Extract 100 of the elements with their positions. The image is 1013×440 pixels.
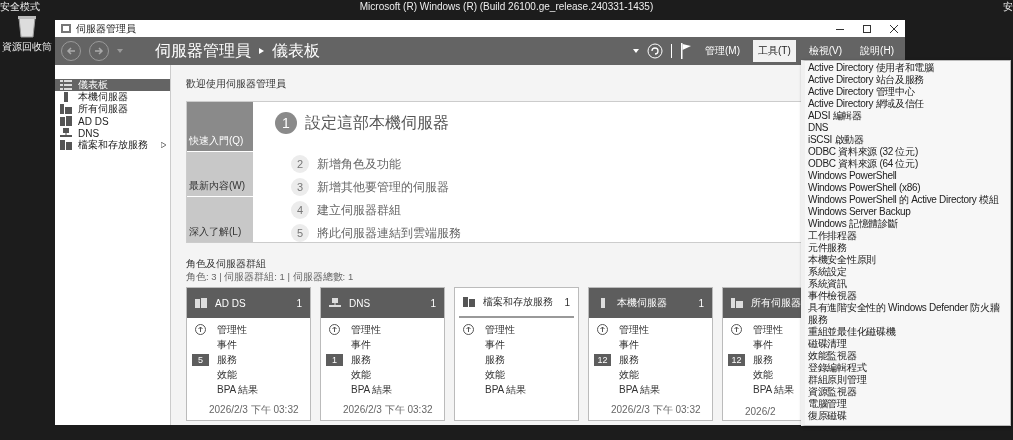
- menu-item[interactable]: ODBC 資料來源 (32 位元): [805, 146, 1010, 158]
- sidebar-item-label[interactable]: 所有伺服器: [78, 102, 166, 116]
- menu-item[interactable]: ODBC 資料來源 (64 位元): [805, 158, 1010, 170]
- step-link[interactable]: 設定這部本機伺服器: [305, 112, 449, 134]
- tile-row-link[interactable]: 管理性: [753, 322, 783, 337]
- building-icon: [60, 116, 72, 126]
- step-link[interactable]: 將此伺服器連結到雲端服務: [317, 224, 461, 242]
- divider-icon: [671, 44, 672, 58]
- tile-row-link[interactable]: 事件: [217, 337, 237, 352]
- sidebar-item-label[interactable]: 儀表板: [78, 78, 166, 92]
- maximize-icon[interactable]: [863, 24, 871, 33]
- tile-header[interactable]: AD DS 1: [187, 288, 310, 318]
- menu-item[interactable]: Windows 記憶體診斷: [805, 218, 1010, 230]
- tile-row-link[interactable]: 服務: [753, 352, 773, 367]
- close-icon[interactable]: [890, 24, 898, 33]
- menu-item[interactable]: 說明(H): [855, 40, 899, 62]
- sidebar-item-label[interactable]: AD DS: [78, 115, 166, 127]
- build-label: Microsoft (R) Windows (R) (Build 26100.ge_release.240331-1435): [359, 1, 654, 12]
- tile-title[interactable]: 檔案和存放服務: [483, 295, 557, 309]
- menu-item[interactable]: DNS: [805, 122, 1010, 134]
- tile-row-link[interactable]: BPA 結果: [753, 382, 795, 397]
- window-title: 伺服器管理員: [76, 21, 137, 36]
- tile-row-link[interactable]: 管理性: [485, 322, 515, 337]
- tile-row-link[interactable]: 效能: [351, 367, 371, 382]
- tile-row-link[interactable]: 服務: [485, 352, 505, 367]
- tile-row-link[interactable]: 服務: [351, 352, 371, 367]
- tile-row-link[interactable]: 效能: [753, 367, 773, 382]
- recycle-bin-icon[interactable]: [16, 14, 38, 38]
- tile-row-link[interactable]: 效能: [619, 367, 639, 382]
- role-tile[interactable]: 檔案和存放服務 1 管理性 事件 服務 效能 BPA 結果: [454, 287, 579, 421]
- tile-row-link[interactable]: 效能: [217, 367, 237, 382]
- sidebar-item[interactable]: 所有伺服器: [55, 103, 170, 115]
- step-link[interactable]: 新增其他要管理的伺服器: [317, 178, 449, 196]
- menu-item[interactable]: 管理(M): [700, 40, 745, 62]
- role-tile[interactable]: AD DS 1 管理性 事件 5 服務 效能 BPA 結果 2026/2/3 下午 03:32: [186, 287, 311, 421]
- tile-row-link[interactable]: 服務: [217, 352, 237, 367]
- flag-icon[interactable]: [680, 43, 692, 59]
- refresh-icon[interactable]: [647, 43, 663, 59]
- role-tile[interactable]: 本機伺服器 1 管理性 事件 12 服務 效能 BPA 結果 2026/2/3 下午 03:32: [588, 287, 713, 421]
- quick-start-tab[interactable]: 深入了解(L): [187, 197, 253, 242]
- tile-title[interactable]: 本機伺服器: [617, 296, 691, 310]
- tile-header[interactable]: 本機伺服器 1: [589, 288, 712, 318]
- menu-item[interactable]: Windows Server Backup: [805, 206, 1010, 218]
- tile-row-link[interactable]: BPA 結果: [619, 382, 661, 397]
- caret-icon[interactable]: [633, 49, 639, 53]
- menu-item[interactable]: 系統設定: [805, 266, 1010, 278]
- tile-count: 1: [430, 297, 436, 309]
- role-tile[interactable]: DNS 1 管理性 事件 1 服務 效能 BPA 結果 2026/2/3 下午 03:32: [320, 287, 445, 421]
- forward-arrow-icon[interactable]: [94, 46, 104, 56]
- menu-item[interactable]: 工作排程器: [805, 230, 1010, 242]
- sidebar-item-label[interactable]: 本機伺服器: [78, 90, 166, 104]
- tile-row-link[interactable]: 效能: [485, 367, 505, 382]
- tile-row-link[interactable]: 服務: [619, 352, 639, 367]
- menu-item[interactable]: Active Directory 網域及信任: [805, 98, 1010, 110]
- menu-item[interactable]: 檢視(V): [803, 40, 848, 62]
- tile-row-link[interactable]: 事件: [753, 337, 773, 352]
- sidebar-item[interactable]: 檔案和存放服務: [55, 139, 170, 151]
- breadcrumb-separator-icon: [259, 48, 264, 54]
- menu-item[interactable]: 本機安全性原則: [805, 254, 1010, 266]
- menu-item[interactable]: 系統資訊: [805, 278, 1010, 290]
- network-icon: [60, 128, 72, 138]
- menu-item[interactable]: Windows PowerShell: [805, 170, 1010, 182]
- tile-header[interactable]: DNS 1: [321, 288, 444, 318]
- tile-row-link[interactable]: BPA 結果: [351, 382, 393, 397]
- menu-item[interactable]: ADSI 編輯器: [805, 110, 1010, 122]
- step-link[interactable]: 建立伺服器群組: [317, 201, 401, 219]
- menu-item[interactable]: Active Directory 使用者和電腦: [805, 62, 1010, 74]
- sidebar-item[interactable]: AD DS: [55, 115, 170, 127]
- sidebar-item[interactable]: DNS: [55, 127, 170, 139]
- tile-row-link[interactable]: 事件: [619, 337, 639, 352]
- quick-start-tab[interactable]: 最新內容(W): [187, 151, 253, 197]
- menu-item[interactable]: iSCSI 啟動器: [805, 134, 1010, 146]
- sidebar-item[interactable]: 儀表板: [55, 79, 170, 91]
- tile-title[interactable]: DNS: [349, 297, 423, 309]
- tile-row-link[interactable]: 管理性: [619, 322, 649, 337]
- desktop-icon-label[interactable]: 資源回收筒: [2, 40, 52, 54]
- step-number: 1: [275, 112, 297, 134]
- count-badge: 12: [728, 353, 745, 366]
- back-arrow-icon[interactable]: [66, 46, 76, 56]
- tile-row-link[interactable]: 事件: [351, 337, 371, 352]
- tile-row-link[interactable]: BPA 結果: [217, 382, 259, 397]
- tile-row-link[interactable]: BPA 結果: [485, 382, 527, 397]
- count-badge: 1: [326, 353, 343, 366]
- menu-item[interactable]: Windows PowerShell (x86): [805, 182, 1010, 194]
- sidebar-item-label[interactable]: 檔案和存放服務: [78, 138, 155, 152]
- menu-item[interactable]: Windows PowerShell 的 Active Directory 模組: [805, 194, 1010, 206]
- sidebar-item[interactable]: 本機伺服器: [55, 91, 170, 103]
- sidebar-item-label[interactable]: DNS: [78, 127, 166, 139]
- step-link[interactable]: 新增角色及功能: [317, 155, 401, 173]
- section-summary: 角色: 3 | 伺服器群組: 1 | 伺服器總數: 1: [186, 271, 354, 284]
- menu-item[interactable]: 工具(T): [753, 40, 796, 62]
- menu-item[interactable]: 元件服務: [805, 242, 1010, 254]
- tile-row-link[interactable]: 管理性: [217, 322, 247, 337]
- tile-title[interactable]: AD DS: [215, 297, 289, 309]
- tile-row-link[interactable]: 事件: [485, 337, 505, 352]
- expand-icon[interactable]: [161, 142, 166, 148]
- menu-item[interactable]: Active Directory 管理中心: [805, 86, 1010, 98]
- menu-item[interactable]: Active Directory 站台及服務: [805, 74, 1010, 86]
- tile-count: 1: [296, 297, 302, 309]
- tile-row-link[interactable]: 管理性: [351, 322, 381, 337]
